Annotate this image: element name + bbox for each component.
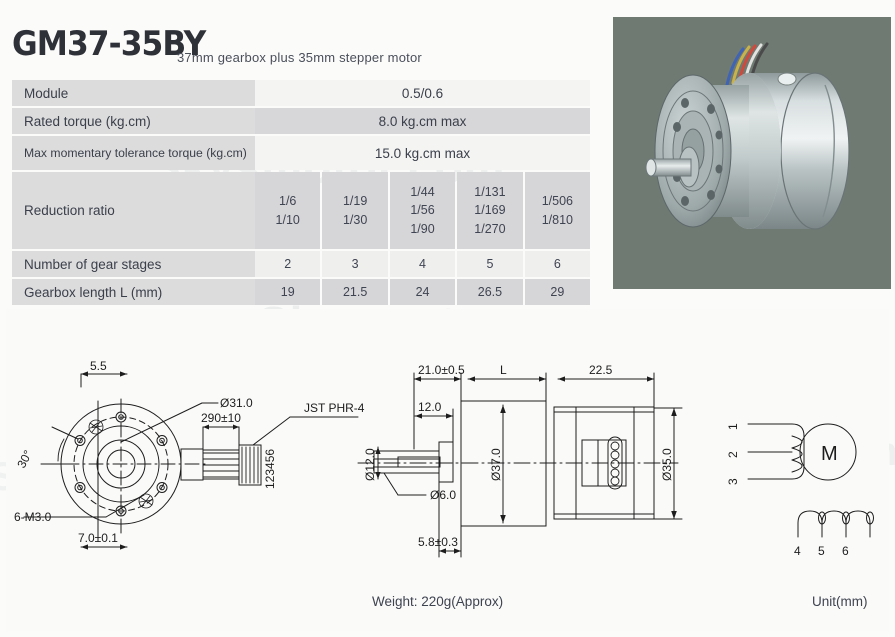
ratio-value: 1/30 — [342, 212, 368, 227]
dim-label-angle: 30° — [14, 448, 35, 471]
ratio-cell: 1/6 1/10 — [255, 172, 321, 249]
row-label: Number of gear stages — [12, 251, 255, 277]
table-row-reduction-ratio: Reduction ratio 1/6 1/10 1/19 1/30 1/44 … — [12, 172, 591, 249]
ratio-value: 1/10 — [275, 212, 300, 227]
table-row: Module 0.5/0.6 — [12, 80, 590, 106]
gearbox-length-cell: 26.5 — [457, 279, 523, 305]
dim-label-gearbox-dia: Ø37.0 — [489, 448, 503, 481]
row-value: 0.5/0.6 — [255, 80, 590, 106]
product-photo-inner — [619, 23, 885, 283]
ratio-cell: 1/131 1/169 1/270 — [457, 172, 523, 249]
gear-stage-cell: 6 — [524, 251, 591, 277]
dim-label-6m3: 6-M3.0 — [14, 510, 52, 524]
table-row: Max momentary tolerance torque (kg.cm) 1… — [12, 136, 590, 170]
gearmotor-image — [619, 23, 885, 283]
gear-stage-cell: 4 — [389, 251, 456, 277]
ratio-value: 1/56 — [410, 203, 435, 218]
ratio-value: 1/90 — [410, 221, 435, 236]
gear-stages-grid: 2 3 4 5 6 — [255, 251, 591, 277]
dim-label-gearbox-length: L — [500, 363, 507, 377]
wiring-diagram — [747, 423, 874, 538]
row-label: Gearbox length L (mm) — [12, 279, 255, 305]
side-view-drawing — [357, 372, 683, 558]
ratio-value: 1/506 — [541, 194, 573, 209]
table-row-gearbox-length: Gearbox length L (mm) 19 21.5 24 26.5 29 — [12, 279, 591, 305]
weight-label: Weight: 220g(Approx) — [372, 594, 504, 609]
ratio-value: 1/169 — [474, 203, 506, 218]
dim-label-pins: 123456 — [263, 449, 277, 489]
ratio-value: 1/44 — [410, 185, 435, 200]
gearbox-length-cell: 21.5 — [322, 279, 388, 305]
row-value: 15.0 kg.cm max — [255, 136, 590, 170]
gearbox-length-cell: 19 — [255, 279, 321, 305]
dim-label-motor-length: 22.5 — [589, 363, 613, 377]
reduction-ratio-grid: 1/6 1/10 1/19 1/30 1/44 1/56 1/90 1/131 … — [255, 172, 591, 249]
motor-symbol-label: M — [821, 443, 838, 465]
row-label: Reduction ratio — [12, 172, 255, 249]
dim-label-dia31: Ø31.0 — [220, 396, 253, 410]
table-row: Rated torque (kg.cm) 8.0 kg.cm max — [12, 108, 590, 134]
ratio-cell: 1/44 1/56 1/90 — [389, 172, 456, 249]
ratio-value: 1/270 — [474, 221, 506, 236]
dimension-drawings: 5.5 Ø31.0 30° 6-M3.0 7.0±0.1 290±10 JST … — [14, 359, 874, 558]
ratio-value: 1/810 — [541, 212, 573, 227]
dim-label-thickness: 7.0±0.1 — [78, 531, 118, 545]
table-row-gear-stages: Number of gear stages 2 3 4 5 6 — [12, 251, 591, 277]
technical-drawing-panel: 5.5 Ø31.0 30° 6-M3.0 7.0±0.1 290±10 JST … — [6, 309, 889, 631]
dim-label-shaft-length: 12.0 — [418, 400, 442, 414]
ratio-cell: 1/19 1/30 — [322, 172, 388, 249]
datasheet-page: Skysmotor.com Skysmotor.com Skysmotor.co… — [0, 0, 895, 637]
dim-label-shaft-dia: Ø6.0 — [430, 488, 456, 502]
dim-label-connector: JST PHR-4 — [304, 401, 365, 415]
terminal-label-1: 1 — [726, 423, 740, 430]
gear-stage-cell: 5 — [457, 251, 523, 277]
dim-label-cable-length: 290±10 — [201, 411, 241, 425]
ratio-value: 1/19 — [342, 194, 368, 209]
ratio-value: 1/6 — [279, 194, 297, 209]
dim-label-5p5: 5.5 — [90, 359, 107, 373]
terminal-label-6: 6 — [842, 544, 849, 558]
row-label: Max momentary tolerance torque (kg.cm) — [12, 136, 255, 170]
terminal-label-3: 3 — [726, 478, 740, 485]
gear-stage-cell: 2 — [255, 251, 321, 277]
terminal-label-5: 5 — [818, 544, 825, 558]
product-photo — [613, 17, 891, 289]
ratio-cell: 1/506 1/810 — [524, 172, 591, 249]
unit-label: Unit(mm) — [812, 594, 868, 609]
gear-stage-cell: 3 — [322, 251, 388, 277]
page-subtitle: 37mm gearbox plus 35mm stepper motor — [177, 50, 422, 65]
row-label: Module — [12, 80, 255, 106]
spec-table: Module 0.5/0.6 Rated torque (kg.cm) 8.0 … — [12, 80, 591, 307]
dim-label-gearbox-front: 21.0±0.5 — [418, 363, 465, 377]
gearbox-length-cell: 29 — [524, 279, 591, 305]
row-value: 8.0 kg.cm max — [255, 108, 590, 134]
dim-label-boss-length: 5.8±0.3 — [418, 535, 458, 549]
terminal-label-2: 2 — [726, 451, 740, 458]
gearbox-length-grid: 19 21.5 24 26.5 29 — [255, 279, 591, 305]
terminal-label-4: 4 — [794, 544, 801, 558]
gearbox-length-cell: 24 — [389, 279, 456, 305]
dim-label-boss-dia: Ø12.0 — [363, 448, 377, 481]
row-label: Rated torque (kg.cm) — [12, 108, 255, 134]
dim-label-motor-dia: Ø35.0 — [660, 448, 674, 481]
ratio-value: 1/131 — [474, 185, 506, 200]
